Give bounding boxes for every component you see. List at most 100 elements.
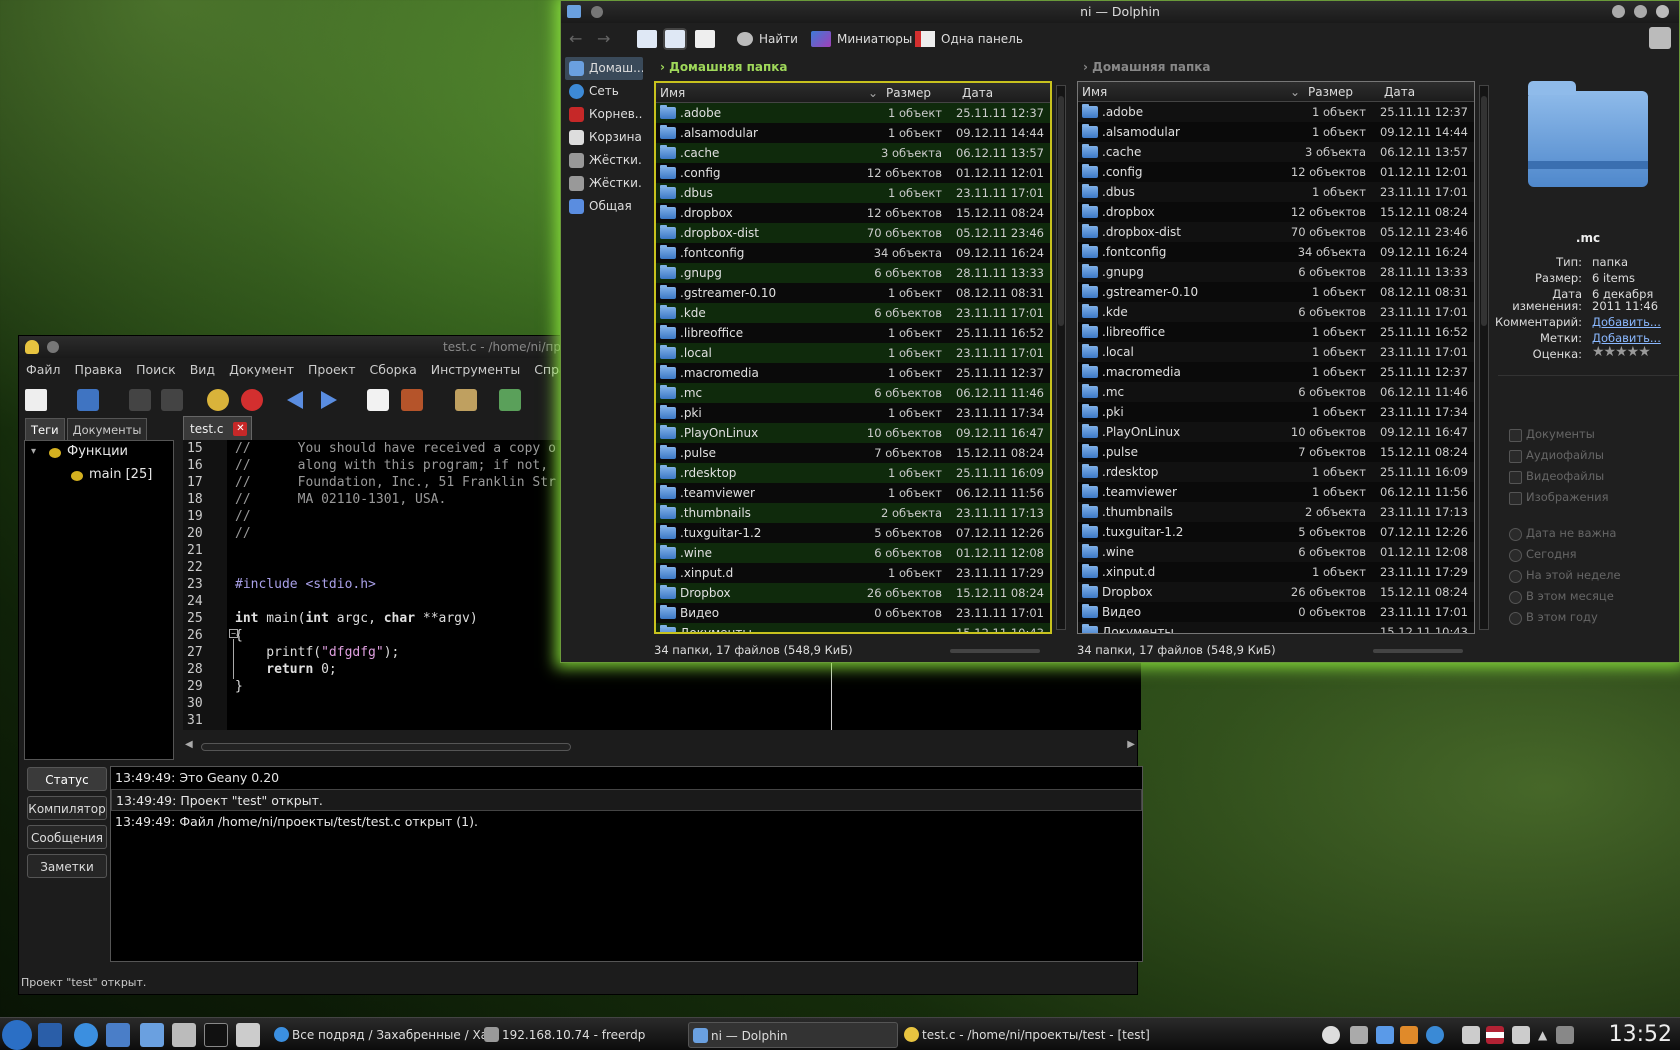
- file-row[interactable]: Dropbox 26 объектов 15.12.11 08:24: [656, 583, 1050, 603]
- file-row[interactable]: .kde 6 объектов 23.11.11 17:01: [1078, 302, 1474, 322]
- file-row[interactable]: Документы 15.12.11 10:43: [656, 623, 1050, 632]
- color-picker-icon[interactable]: [499, 389, 521, 411]
- col-size[interactable]: Размер: [1308, 82, 1353, 102]
- file-row[interactable]: .gstreamer-0.10 1 объект 08.12.11 08:31: [656, 283, 1050, 303]
- file-row[interactable]: .dropbox-dist 70 объектов 05.12.11 23:46: [656, 223, 1050, 243]
- keyboard-layout-flag-icon[interactable]: [1486, 1026, 1504, 1044]
- zoom-slider[interactable]: [1373, 649, 1463, 653]
- date-today[interactable]: Сегодня: [1509, 547, 1577, 562]
- kde-menu-icon[interactable]: [2, 1020, 32, 1050]
- back-icon[interactable]: ←: [569, 25, 582, 53]
- file-list[interactable]: Имя ⌄ Размер Дата .adobe 1 объект 25.11.11…: [1077, 81, 1475, 634]
- place-network[interactable]: Сеть: [565, 80, 643, 103]
- place-shared[interactable]: Общая: [565, 195, 643, 218]
- filter-audio[interactable]: Аудиофайлы: [1509, 448, 1604, 463]
- file-row[interactable]: Dropbox 26 объектов 15.12.11 08:24: [1078, 582, 1474, 602]
- menu-file[interactable]: Файл: [19, 358, 68, 382]
- file-row[interactable]: .cache 3 объекта 06.12.11 13:57: [1078, 142, 1474, 162]
- file-row[interactable]: .cache 3 объекта 06.12.11 13:57: [656, 143, 1050, 163]
- file-row[interactable]: .thumbnails 2 объекта 23.11.11 17:13: [656, 503, 1050, 523]
- file-row[interactable]: .rdesktop 1 объект 25.11.11 16:09: [656, 463, 1050, 483]
- tab-test-c[interactable]: test.c ✕: [183, 416, 253, 440]
- panel-divider[interactable]: [1498, 375, 1678, 376]
- file-row[interactable]: .adobe 1 объект 25.11.11 12:37: [656, 103, 1050, 123]
- editor-horizontal-scrollbar[interactable]: ◀ ▶: [183, 739, 1141, 753]
- open-file-icon[interactable]: [77, 389, 99, 411]
- tab-status[interactable]: Статус: [27, 767, 107, 791]
- file-row[interactable]: .pulse 7 объектов 15.12.11 08:24: [1078, 442, 1474, 462]
- filter-video[interactable]: Видеофайлы: [1508, 469, 1604, 484]
- vscroll-thumb[interactable]: [1481, 96, 1487, 326]
- clock[interactable]: 13:52: [1609, 1018, 1672, 1050]
- tree-functions[interactable]: Функции: [67, 444, 128, 459]
- new-file-icon[interactable]: [25, 389, 47, 411]
- file-row[interactable]: .xinput.d 1 объект 23.11.11 17:29: [1078, 562, 1474, 582]
- scroll-left-icon[interactable]: ◀: [185, 739, 193, 750]
- forward-icon[interactable]: [321, 391, 337, 409]
- add-tags-link[interactable]: Добавить...: [1592, 331, 1661, 345]
- file-row[interactable]: .local 1 объект 23.11.11 17:01: [656, 343, 1050, 363]
- network-manager-icon[interactable]: [1400, 1026, 1418, 1044]
- place-root[interactable]: Корнев...: [565, 103, 643, 126]
- compile-icon[interactable]: [367, 389, 389, 411]
- file-row[interactable]: .fontconfig 34 объекта 09.12.11 16:24: [656, 243, 1050, 263]
- date-any[interactable]: Дата не важна: [1508, 526, 1616, 541]
- add-comment-link[interactable]: Добавить...: [1592, 315, 1661, 329]
- back-icon[interactable]: [287, 391, 303, 409]
- dolphin-launcher-icon[interactable]: [140, 1023, 164, 1047]
- task-geany[interactable]: test.c - /home/ni/проекты/test - [test]: [900, 1022, 1150, 1048]
- file-row[interactable]: Видео 0 объектов 23.11.11 17:01: [656, 603, 1050, 623]
- preview-button[interactable]: Миниатюры: [811, 25, 912, 53]
- sort-indicator-icon[interactable]: ⌄: [868, 83, 878, 103]
- zoom-slider[interactable]: [950, 649, 1040, 653]
- dropbox-icon[interactable]: [1376, 1026, 1394, 1044]
- save-icon[interactable]: [129, 389, 151, 411]
- show-desktop-icon[interactable]: [236, 1023, 260, 1047]
- date-this-year[interactable]: В этом году: [1509, 610, 1598, 625]
- window-menu-icon[interactable]: [591, 6, 603, 18]
- fold-marker-icon[interactable]: −: [229, 629, 238, 638]
- file-row[interactable]: .gnupg 6 объектов 28.11.11 13:33: [656, 263, 1050, 283]
- close-icon[interactable]: [1656, 5, 1669, 18]
- file-row[interactable]: .wine 6 объектов 01.12.11 12:08: [1078, 542, 1474, 562]
- tree-expander-icon[interactable]: ▾: [31, 446, 36, 457]
- file-row[interactable]: .thumbnails 2 объекта 23.11.11 17:13: [1078, 502, 1474, 522]
- col-size[interactable]: Размер: [886, 83, 931, 103]
- file-row[interactable]: .tuxguitar-1.2 5 объектов 07.12.11 12:26: [656, 523, 1050, 543]
- file-row[interactable]: .alsamodular 1 объект 09.12.11 14:44: [656, 123, 1050, 143]
- file-row[interactable]: .PlayOnLinux 10 объектов 09.12.11 16:47: [1078, 422, 1474, 442]
- device-notifier-icon[interactable]: [1556, 1026, 1574, 1044]
- tab-documents[interactable]: Документы: [66, 418, 148, 440]
- file-row[interactable]: .mc 6 объектов 06.12.11 11:46: [656, 383, 1050, 403]
- forward-icon[interactable]: →: [597, 25, 610, 53]
- place-drive-2[interactable]: Жёстки...: [565, 172, 643, 195]
- col-date[interactable]: Дата: [962, 83, 993, 103]
- file-row[interactable]: .tuxguitar-1.2 5 объектов 07.12.11 12:26: [1078, 522, 1474, 542]
- file-list[interactable]: Имя ⌄ Размер Дата .adobe 1 объект 25.11.11…: [654, 81, 1052, 634]
- filter-images[interactable]: Изображения: [1509, 490, 1609, 505]
- date-this-week[interactable]: На этой неделе: [1509, 568, 1621, 583]
- reload-icon[interactable]: [207, 389, 229, 411]
- system-settings-icon[interactable]: [106, 1023, 130, 1047]
- menu-search[interactable]: Поиск: [129, 358, 183, 382]
- desktop-icon[interactable]: [38, 1023, 62, 1047]
- chromium-icon[interactable]: [74, 1023, 98, 1047]
- breadcrumb[interactable]: › Домашняя папка: [1077, 57, 1489, 77]
- status-messages[interactable]: 13:49:49: Это Geany 0.20 13:49:49: Проек…: [110, 766, 1143, 962]
- hscroll-thumb[interactable]: [201, 743, 571, 751]
- close-tab-icon[interactable]: ✕: [233, 422, 248, 436]
- file-row[interactable]: .local 1 объект 23.11.11 17:01: [1078, 342, 1474, 362]
- sort-indicator-icon[interactable]: ⌄: [1290, 82, 1300, 102]
- file-row[interactable]: .teamviewer 1 объект 06.12.11 11:56: [1078, 482, 1474, 502]
- breadcrumb[interactable]: › Домашняя папка: [654, 57, 1066, 77]
- tree-main[interactable]: main [25]: [89, 467, 152, 482]
- date-this-month[interactable]: В этом месяце: [1509, 589, 1614, 604]
- file-row[interactable]: .wine 6 объектов 01.12.11 12:08: [656, 543, 1050, 563]
- close-file-icon[interactable]: [241, 389, 263, 411]
- save-all-icon[interactable]: [161, 389, 183, 411]
- filter-documents[interactable]: Документы: [1509, 427, 1595, 442]
- col-name[interactable]: Имя: [660, 83, 685, 103]
- file-row[interactable]: .libreoffice 1 объект 25.11.11 16:52: [1078, 322, 1474, 342]
- vscroll-thumb[interactable]: [1058, 96, 1064, 326]
- dolphin-titlebar[interactable]: ni — Dolphin: [561, 1, 1679, 23]
